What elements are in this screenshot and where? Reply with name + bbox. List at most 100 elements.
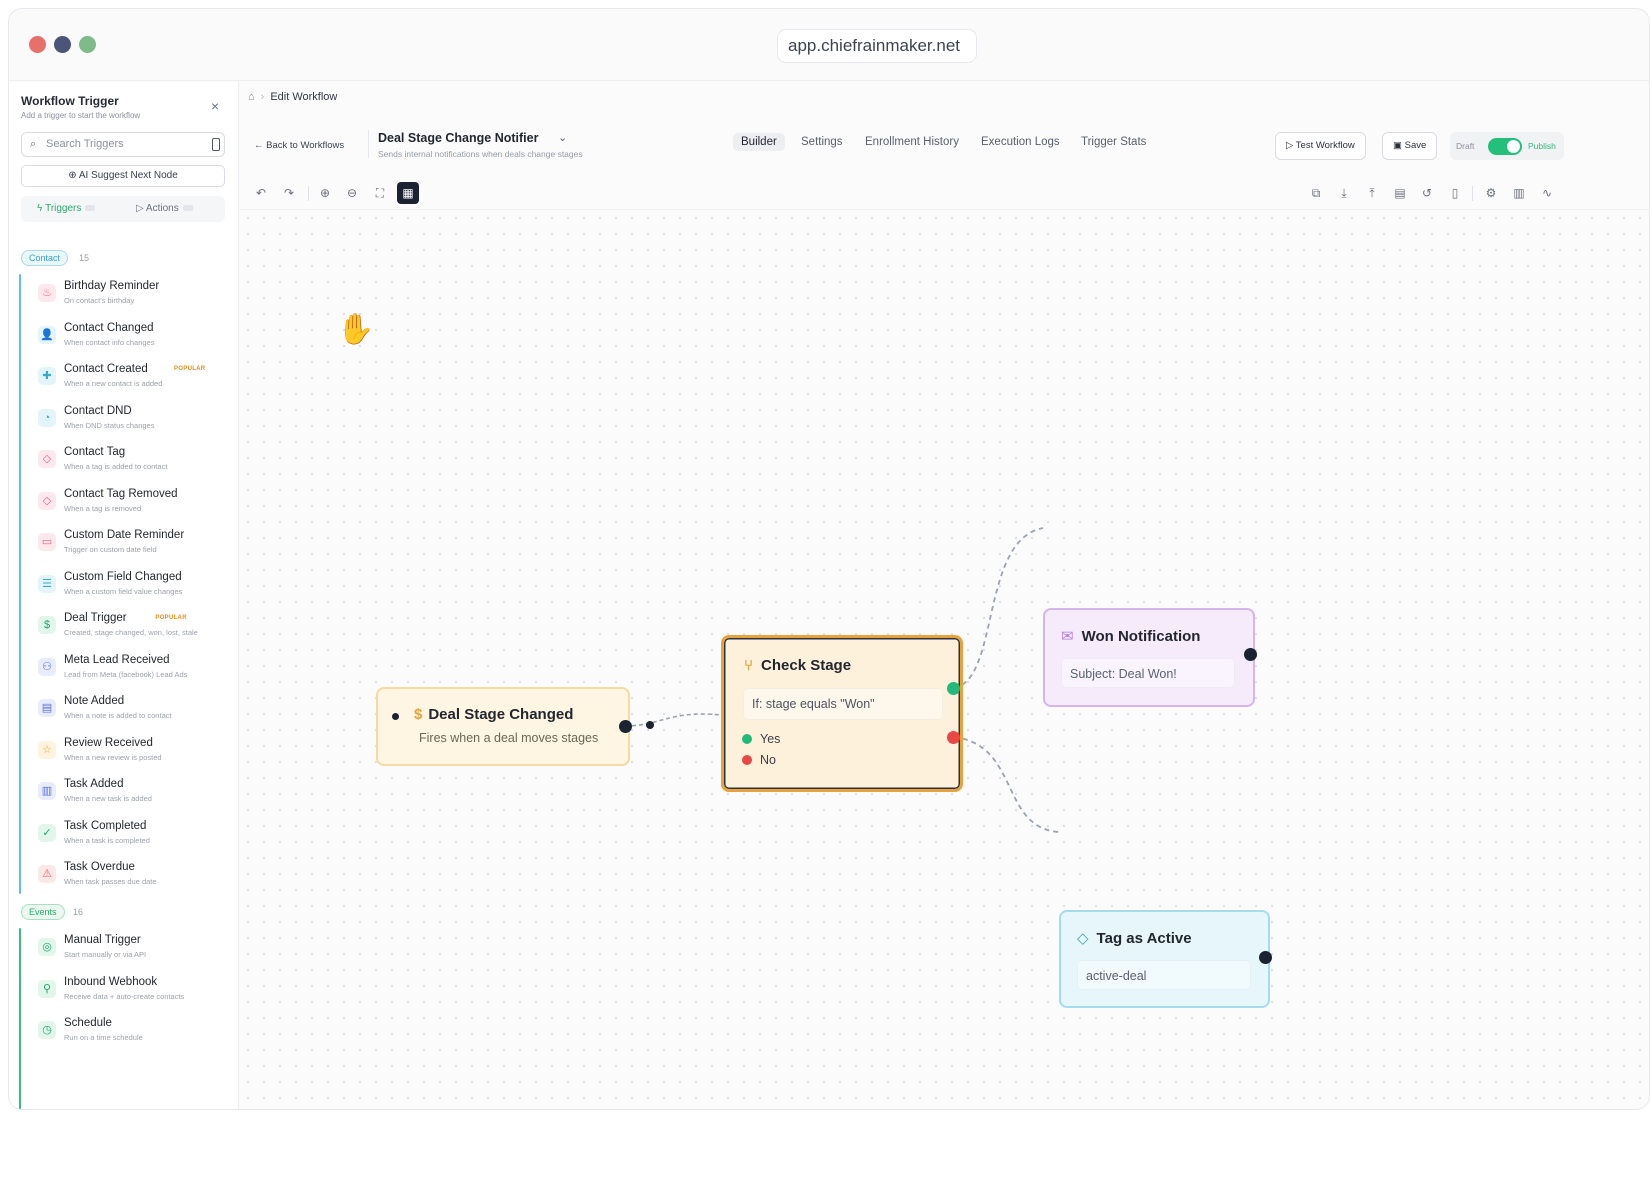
- condition-field[interactable]: If: stage equals "Won": [743, 688, 943, 720]
- trigger-sidebar: Workflow Trigger Add a trigger to start …: [9, 82, 239, 1109]
- won-node-title: ✉ Won Notification: [1061, 627, 1200, 645]
- trigger-item-schedule[interactable]: ◷ Schedule Run on a time schedule: [33, 1015, 233, 1055]
- tab-trigger-stats[interactable]: Trigger Stats: [1081, 136, 1146, 148]
- trigger-item-deal-trigger[interactable]: $ Deal Trigger POPULAR Created, stage chang…: [33, 610, 233, 650]
- trigger-item-contact-tag-removed[interactable]: ◇ Contact Tag Removed When a tag is remove…: [33, 486, 233, 526]
- upload-icon[interactable]: ⤒: [1361, 182, 1383, 204]
- ai-suggest-label: AI Suggest Next Node: [78, 170, 178, 181]
- file-icon[interactable]: ▯: [1444, 182, 1466, 204]
- trigger-item-description: When a tag is added to contact: [64, 462, 168, 471]
- trigger-item-name: Contact Tag Removed: [64, 487, 178, 500]
- node-tag-as-active[interactable]: ◇ Tag as Active active-deal: [1059, 910, 1272, 1008]
- url-bar[interactable]: app.chiefrainmaker.net: [777, 29, 977, 63]
- trigger-item-inbound-webhook[interactable]: ⚲ Inbound Webhook Receive data + auto-crea…: [33, 974, 233, 1014]
- tag-value-field[interactable]: active-deal: [1077, 960, 1251, 990]
- activity-icon[interactable]: ∿: [1536, 182, 1558, 204]
- trigger-item-name: Contact Created: [64, 363, 148, 375]
- trigger-item-task-added[interactable]: ▥ Task Added When a new task is added: [33, 776, 233, 816]
- tab-settings[interactable]: Settings: [801, 136, 843, 148]
- trigger-item-description: When a new task is added: [64, 794, 152, 803]
- copy-icon[interactable]: ⧉: [1305, 182, 1327, 204]
- debug-icon[interactable]: ⚙: [1480, 182, 1502, 204]
- tab-actions[interactable]: ▷ Actions: [136, 203, 193, 214]
- node-check-stage[interactable]: ⑂ Check Stage If: stage equals "Won" Yes …: [721, 635, 963, 792]
- tab-enrollment-history[interactable]: Enrollment History: [865, 136, 959, 148]
- back-to-workflows-link[interactable]: ← Back to Workflows: [254, 140, 344, 151]
- node-won-notification[interactable]: ✉ Won Notification Subject: Deal Won!: [1043, 608, 1257, 707]
- trigger-item-name: Task Completed: [64, 819, 147, 832]
- no-dot: [742, 755, 752, 765]
- back-label: Back to Workflows: [266, 140, 345, 151]
- tab-triggers-label: Triggers: [45, 203, 82, 214]
- download-icon[interactable]: ⤓: [1333, 182, 1355, 204]
- star-icon: ☆: [38, 740, 56, 759]
- trigger-item-task-overdue[interactable]: ⚠ Task Overdue When task passes due date: [33, 859, 233, 899]
- panel-toggle-icon[interactable]: [212, 138, 220, 151]
- history-icon[interactable]: ↺: [1416, 182, 1438, 204]
- workflow-canvas[interactable]: ✋ $ Deal Stage Changed Fires when a deal …: [240, 210, 1649, 1109]
- check-node-title-text: Check Stage: [761, 657, 852, 674]
- tab-actions-label: Actions: [145, 203, 179, 214]
- tab-triggers[interactable]: ϟ Triggers: [37, 203, 96, 214]
- zoom-in-icon[interactable]: ⊕: [314, 182, 336, 204]
- undo-icon[interactable]: ↶: [250, 182, 272, 204]
- trigger-item-birthday-reminder[interactable]: ♨ Birthday Reminder On contact's birthday: [33, 278, 233, 318]
- publish-toggle-group: Draft Publish: [1450, 132, 1564, 160]
- chevron-down-icon[interactable]: ⌄: [558, 131, 567, 144]
- no-branch-label: No: [742, 753, 776, 767]
- search-triggers-input[interactable]: ⌕ Search Triggers: [21, 132, 225, 157]
- category-events[interactable]: Events: [21, 904, 65, 920]
- trigger-item-contact-changed[interactable]: 👤 Contact Changed When contact info change…: [33, 320, 233, 360]
- play-icon: ▷: [136, 203, 146, 214]
- trigger-item-note-added[interactable]: ▤ Note Added When a note is added to conta…: [33, 693, 233, 733]
- edge-trigger-to-check: [624, 713, 722, 727]
- alert-icon: ⚠: [38, 865, 56, 883]
- user-plus-icon: ✚: [38, 367, 56, 385]
- publish-switch[interactable]: [1488, 138, 1522, 155]
- redo-icon[interactable]: ↷: [278, 182, 300, 204]
- trigger-node-subtitle: Fires when a deal moves stages: [419, 731, 599, 745]
- breadcrumb-separator: ›: [260, 91, 265, 103]
- workflow-name[interactable]: Deal Stage Change Notifier: [378, 131, 538, 145]
- zoom-out-icon[interactable]: ⊖: [341, 182, 363, 204]
- tab-builder[interactable]: Builder: [733, 133, 785, 151]
- home-icon[interactable]: ⌂: [248, 91, 255, 103]
- minimize-window-dot[interactable]: [54, 36, 71, 53]
- trigger-item-contact-tag[interactable]: ◇ Contact Tag When a tag is added to conta…: [33, 444, 233, 484]
- tab-execution-logs[interactable]: Execution Logs: [981, 136, 1060, 148]
- yes-output-port[interactable]: [947, 682, 960, 695]
- check-node-title: ⑂ Check Stage: [744, 657, 851, 674]
- trigger-item-name: Manual Trigger: [64, 934, 141, 946]
- trigger-item-description: When a custom field value changes: [64, 586, 183, 596]
- category-contact[interactable]: Contact: [21, 250, 69, 266]
- no-output-port[interactable]: [947, 731, 960, 744]
- trigger-item-description: Run on a time schedule: [64, 1033, 143, 1042]
- trigger-item-manual-trigger[interactable]: ◎ Manual Trigger Start manually or via API: [33, 932, 233, 972]
- trigger-item-contact-dnd[interactable]: ◔ Contact DND When DND status changes: [33, 403, 233, 443]
- won-output-port[interactable]: [1244, 648, 1257, 661]
- grid-icon[interactable]: ▦: [397, 182, 419, 204]
- template-icon[interactable]: ▤: [1389, 182, 1411, 204]
- bar-chart-icon[interactable]: ▥: [1508, 182, 1530, 204]
- fit-view-icon[interactable]: ⛶: [369, 182, 391, 204]
- ai-sparkle-icon: ⊕: [68, 170, 79, 181]
- close-icon[interactable]: ×: [211, 98, 219, 114]
- trigger-item-custom-date-reminder[interactable]: ▭ Custom Date Reminder Trigger on custom d…: [33, 527, 233, 567]
- trigger-item-custom-field-changed[interactable]: ☰ Custom Field Changed When a custom field…: [33, 569, 233, 609]
- maximize-window-dot[interactable]: [79, 36, 96, 53]
- tag-output-port[interactable]: [1259, 951, 1272, 964]
- trigger-output-port[interactable]: [619, 720, 632, 733]
- node-deal-stage-changed[interactable]: $ Deal Stage Changed Fires when a deal mo…: [376, 687, 632, 766]
- trigger-item-task-completed[interactable]: ✓ Task Completed When a task is completed: [33, 818, 233, 858]
- close-window-dot[interactable]: [29, 36, 46, 53]
- save-button[interactable]: ▣ Save: [1382, 132, 1438, 160]
- ai-suggest-button[interactable]: ⊕ AI Suggest Next Node: [21, 165, 225, 187]
- trigger-item-review-received[interactable]: ☆ Review Received When a new review is pos…: [33, 735, 233, 775]
- trigger-item-contact-created[interactable]: ✚ Contact Created POPULAR When a new contac…: [33, 361, 233, 401]
- clipboard-icon: ▥: [38, 782, 56, 800]
- trigger-item-meta-lead-received[interactable]: ⚇ Meta Lead Received Lead from Meta (faceb…: [33, 652, 233, 692]
- grab-cursor-icon: ✋: [337, 313, 375, 346]
- test-workflow-button[interactable]: ▷ Test Workflow: [1275, 132, 1366, 160]
- won-subject-field[interactable]: Subject: Deal Won!: [1061, 658, 1235, 688]
- trigger-item-description: Receive data + auto-create contacts: [64, 991, 185, 1001]
